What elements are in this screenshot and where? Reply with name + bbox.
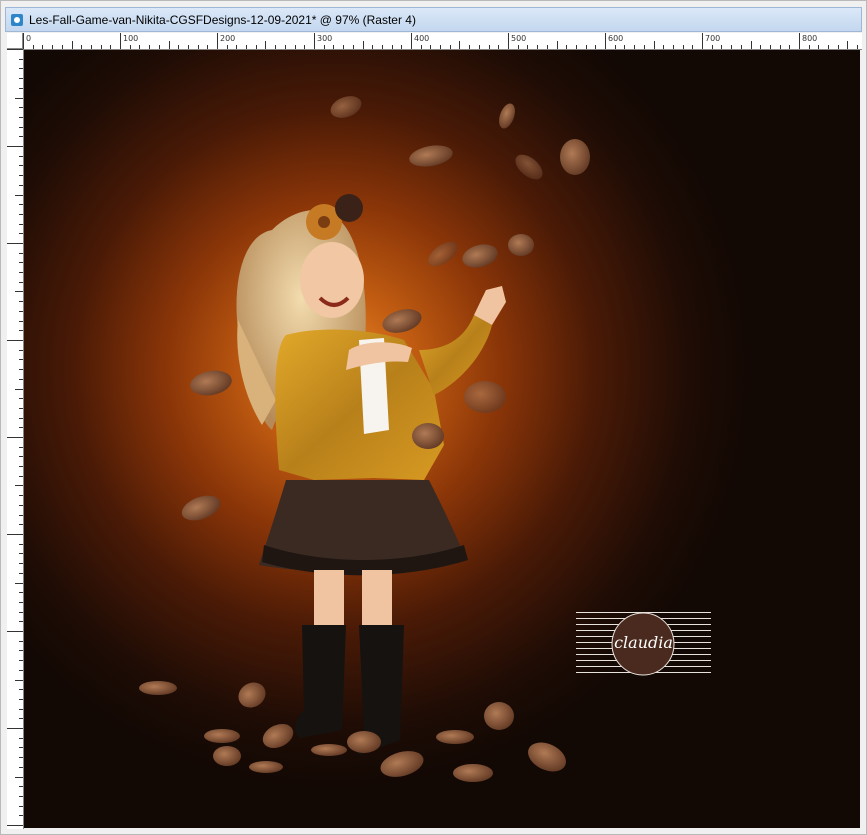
ruler-label-200: 200 (220, 34, 236, 43)
leaf (436, 730, 474, 744)
leaf (249, 761, 283, 773)
image-window: Les-Fall-Game-van-Nikita-CGSFDesigns-12-… (0, 0, 867, 835)
leaf (464, 381, 506, 413)
leaf (560, 139, 590, 175)
leaf (204, 729, 240, 743)
leaf (409, 145, 453, 167)
leaf (484, 702, 514, 730)
vertical-ruler-ticks (7, 49, 23, 826)
ruler-label-0: 0 (26, 34, 32, 43)
ruler-corner (7, 33, 23, 49)
app-icon (11, 13, 23, 26)
image-canvas[interactable]: claudia (24, 50, 860, 828)
leaf (330, 96, 362, 118)
leaf (462, 244, 498, 268)
horizontal-ruler[interactable]: 0 100 200 300 400 500 600 700 800 (23, 33, 862, 50)
leaf (311, 744, 347, 756)
horizontal-ruler-ticks (23, 33, 858, 49)
leaf (190, 370, 232, 396)
leaf (453, 764, 493, 782)
watermark-text: claudia (614, 633, 673, 652)
ruler-label-800: 800 (802, 34, 818, 43)
leaf (238, 682, 266, 708)
ruler-label-500: 500 (511, 34, 527, 43)
girl-figure (236, 194, 506, 755)
leaf (139, 681, 177, 695)
leaf (181, 495, 221, 521)
ruler-label-600: 600 (608, 34, 624, 43)
leaf (382, 309, 422, 333)
leaf (428, 241, 458, 267)
claudia-watermark: claudia (576, 612, 711, 676)
leaf (499, 103, 515, 129)
artwork (139, 96, 590, 782)
leaf (515, 154, 543, 180)
ruler-label-300: 300 (317, 34, 333, 43)
leaf (347, 731, 381, 753)
vertical-ruler[interactable] (7, 49, 24, 829)
ruler-label-400: 400 (414, 34, 430, 43)
leaf (262, 723, 294, 749)
ruler-label-700: 700 (705, 34, 721, 43)
ruler-label-100: 100 (123, 34, 139, 43)
leaf (380, 751, 424, 777)
leaf (213, 746, 241, 766)
left-boot (295, 625, 346, 738)
leaf (508, 234, 534, 256)
window-title: Les-Fall-Game-van-Nikita-CGSFDesigns-12-… (29, 12, 416, 27)
window-title-bar[interactable]: Les-Fall-Game-van-Nikita-CGSFDesigns-12-… (5, 7, 862, 32)
leaf (528, 742, 566, 772)
leaf (412, 423, 444, 449)
